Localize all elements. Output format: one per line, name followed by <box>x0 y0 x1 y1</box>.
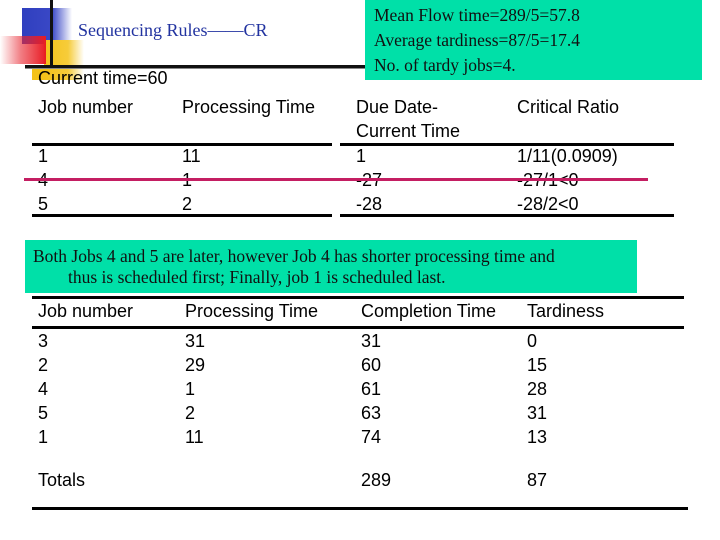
cr-cell-processing: 11 <box>182 146 201 166</box>
cr-bottom-rule-left <box>32 214 332 217</box>
cr-cell-ratio: 1/11(0.0909) <box>517 146 618 166</box>
explanation-line-2: thus is scheduled first; Finally, job 1 … <box>68 267 446 287</box>
sched-header-job: Job number <box>38 301 134 321</box>
totals-tardiness: 87 <box>527 470 548 490</box>
cr-header-current-time: Current Time <box>356 121 461 141</box>
cr-header-job: Job number <box>38 97 134 117</box>
sched-cell-processing: 1 <box>185 379 196 399</box>
sched-cell-tardiness: 0 <box>527 331 538 351</box>
totals-completion: 289 <box>361 470 392 490</box>
decorative-red-square <box>0 36 46 64</box>
current-time: Current time=60 <box>38 68 168 88</box>
sched-cell-tardiness: 28 <box>527 379 548 399</box>
sched-cell-completion: 60 <box>361 355 382 375</box>
cr-header-rule-right <box>340 143 674 146</box>
decorative-vertical-line <box>50 0 53 66</box>
cr-cell-job: 5 <box>38 194 49 214</box>
cr-cell-slack: -28 <box>356 194 383 214</box>
sched-cell-completion: 74 <box>361 427 382 447</box>
strikethrough-line <box>24 178 648 181</box>
sched-cell-completion: 61 <box>361 379 382 399</box>
cr-header-processing: Processing Time <box>182 97 316 117</box>
sched-cell-job: 2 <box>38 355 49 375</box>
sched-cell-tardiness: 13 <box>527 427 548 447</box>
sched-cell-completion: 63 <box>361 403 382 423</box>
cr-bottom-rule-right <box>340 214 674 217</box>
sched-cell-processing: 31 <box>185 331 206 351</box>
sched-cell-job: 4 <box>38 379 49 399</box>
schedule-top-rule <box>32 296 684 299</box>
totals-label: Totals <box>38 470 86 490</box>
slide-title: Sequencing Rules——CR <box>78 20 268 40</box>
sched-cell-tardiness: 31 <box>527 403 548 423</box>
sched-cell-processing: 2 <box>185 403 196 423</box>
sched-cell-job: 3 <box>38 331 49 351</box>
sched-cell-job: 5 <box>38 403 49 423</box>
cr-cell-job: 1 <box>38 146 49 166</box>
sched-header-tardiness: Tardiness <box>527 301 605 321</box>
cr-header-due-date: Due Date- <box>356 97 439 117</box>
sched-header-processing: Processing Time <box>185 301 319 321</box>
average-tardiness: Average tardiness=87/5=17.4 <box>374 30 581 50</box>
mean-flow-time: Mean Flow time=289/5=57.8 <box>374 5 580 25</box>
schedule-header-rule <box>32 326 684 329</box>
sched-header-completion: Completion Time <box>361 301 497 321</box>
cr-cell-processing: 2 <box>182 194 193 214</box>
tardy-jobs-count: No. of tardy jobs=4. <box>374 55 516 75</box>
summary-box: Mean Flow time=289/5=57.8 Average tardin… <box>365 0 702 80</box>
sched-cell-completion: 31 <box>361 331 382 351</box>
cr-cell-slack: 1 <box>356 146 367 166</box>
sched-cell-processing: 11 <box>185 427 204 447</box>
cr-cell-ratio: -28/2<0 <box>517 194 579 214</box>
schedule-bottom-rule <box>32 507 688 510</box>
sched-cell-processing: 29 <box>185 355 206 375</box>
sched-cell-tardiness: 15 <box>527 355 548 375</box>
cr-header-critical-ratio: Critical Ratio <box>517 97 620 117</box>
sched-cell-job: 1 <box>38 427 49 447</box>
explanation-box: Both Jobs 4 and 5 are later, however Job… <box>25 240 637 293</box>
explanation-line-1: Both Jobs 4 and 5 are later, however Job… <box>33 246 555 266</box>
